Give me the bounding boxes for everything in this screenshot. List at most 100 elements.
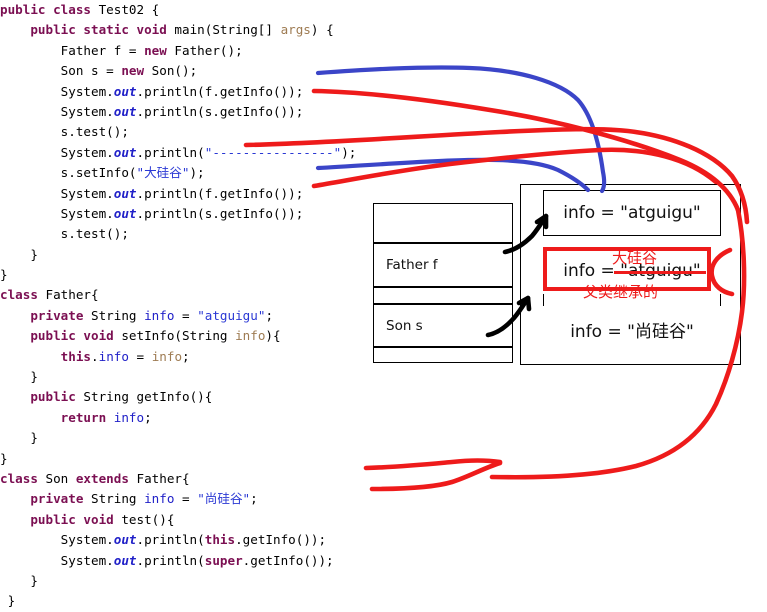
code-token: .println(f.getInfo()); [136,83,304,99]
code-token: out [113,205,137,221]
heap-object-father: info = "atguigu" [543,190,721,236]
code-token: ; [265,307,274,323]
code-token: String getInfo(){ [83,389,213,405]
code-token: = [128,348,152,364]
code-token: private [30,307,92,323]
code-line: } [0,265,420,285]
stack-cell-label: Son s [386,317,423,334]
code-token: "atguigu" [197,307,266,323]
stack-cell-gap-1 [373,287,513,304]
stack-cell-gap-2 [373,347,513,363]
code-token: return [60,409,114,425]
code-token: .getInfo()); [242,552,334,568]
code-line: System.out.println(this.getInfo()); [0,530,420,550]
code-line: private String info = "atguigu"; [0,306,420,326]
code-token: System. [0,205,114,221]
code-token: } [0,593,16,609]
code-token: s.test(); [0,226,129,242]
code-token: "尚硅谷" [197,491,251,507]
code-token: Son(); [151,63,198,79]
code-token: ){ [265,328,281,344]
code-token: out [113,532,137,548]
code-line: private String info = "尚硅谷"; [0,489,420,509]
code-token: = [174,491,198,507]
code-line: System.out.println(s.getInfo()); [0,204,420,224]
code-token: Father{ [45,287,99,303]
code-token: ); [189,165,205,181]
code-token: info [144,307,175,323]
code-token: info [113,409,145,425]
annotation-new-value: 大硅谷 [612,249,658,267]
code-line: class Father{ [0,285,420,305]
code-line: } [0,367,420,387]
code-line: s.test(); [0,122,420,142]
code-line: public void test(){ [0,510,420,530]
code-line: } [0,449,420,469]
code-token: new [121,63,152,79]
code-token: .println(f.getInfo()); [136,185,304,201]
code-token: out [113,185,137,201]
code-token: info [151,348,183,364]
code-token: this [60,348,92,364]
code-token: ; [182,348,190,364]
code-token: class [53,2,99,17]
code-token: public [30,389,84,405]
code-token: .println( [136,144,205,160]
code-token: info [235,328,266,344]
code-token: System. [0,144,114,160]
code-token: main(String[] [174,22,281,38]
stack-cell-son-s: Son s [373,304,513,347]
code-line: this.info = info; [0,347,420,367]
code-token: System. [0,185,114,201]
code-line: public void setInfo(String info){ [0,326,420,346]
code-token: } [0,450,8,466]
code-token: System. [0,552,114,568]
code-token: out [113,83,137,99]
code-line: System.out.println(f.getInfo()); [0,82,420,102]
code-token: = [174,307,198,323]
stack-cell-label: Father f [386,257,438,273]
java-code-block: public class Test02 { public static void… [0,0,420,612]
code-line: System.out.println(super.getInfo()); [0,551,420,571]
code-line: public static void main(String[] args) { [0,20,420,40]
code-token: public static void [30,22,175,38]
code-token: System. [0,532,114,548]
code-token: .println(s.getInfo()); [136,103,304,119]
code-token: this [204,532,236,548]
code-token: out [113,144,137,160]
code-line: Father f = new Father(); [0,41,420,61]
code-token: public [0,2,54,17]
code-line: } [0,571,420,591]
screenshot-root: public class Test02 { public static void… [0,0,767,608]
code-line: System.out.println("----------------"); [0,143,420,163]
code-line: } [0,428,420,448]
code-token: } [0,246,38,262]
code-token: class [0,287,46,303]
code-line: } [0,245,420,265]
code-token: new [144,42,175,58]
code-token: extends [75,470,137,486]
code-token: ); [341,144,357,160]
code-token: args [280,22,311,38]
code-line: public String getInfo(){ [0,387,420,407]
code-token: info [98,348,129,364]
code-token: public void [30,328,122,344]
code-token: s.test(); [0,124,129,140]
code-token: .getInfo()); [235,532,327,548]
code-token: System. [0,103,114,119]
code-token: Son s = [0,63,122,79]
code-token: Son [45,470,76,486]
code-token: } [0,572,38,588]
code-line: return info; [0,408,420,428]
code-token: . [91,348,99,364]
code-token: public void [30,511,122,527]
code-token: out [113,103,137,119]
code-token: Father{ [136,470,190,486]
code-line: System.out.println(s.getInfo()); [0,102,420,122]
